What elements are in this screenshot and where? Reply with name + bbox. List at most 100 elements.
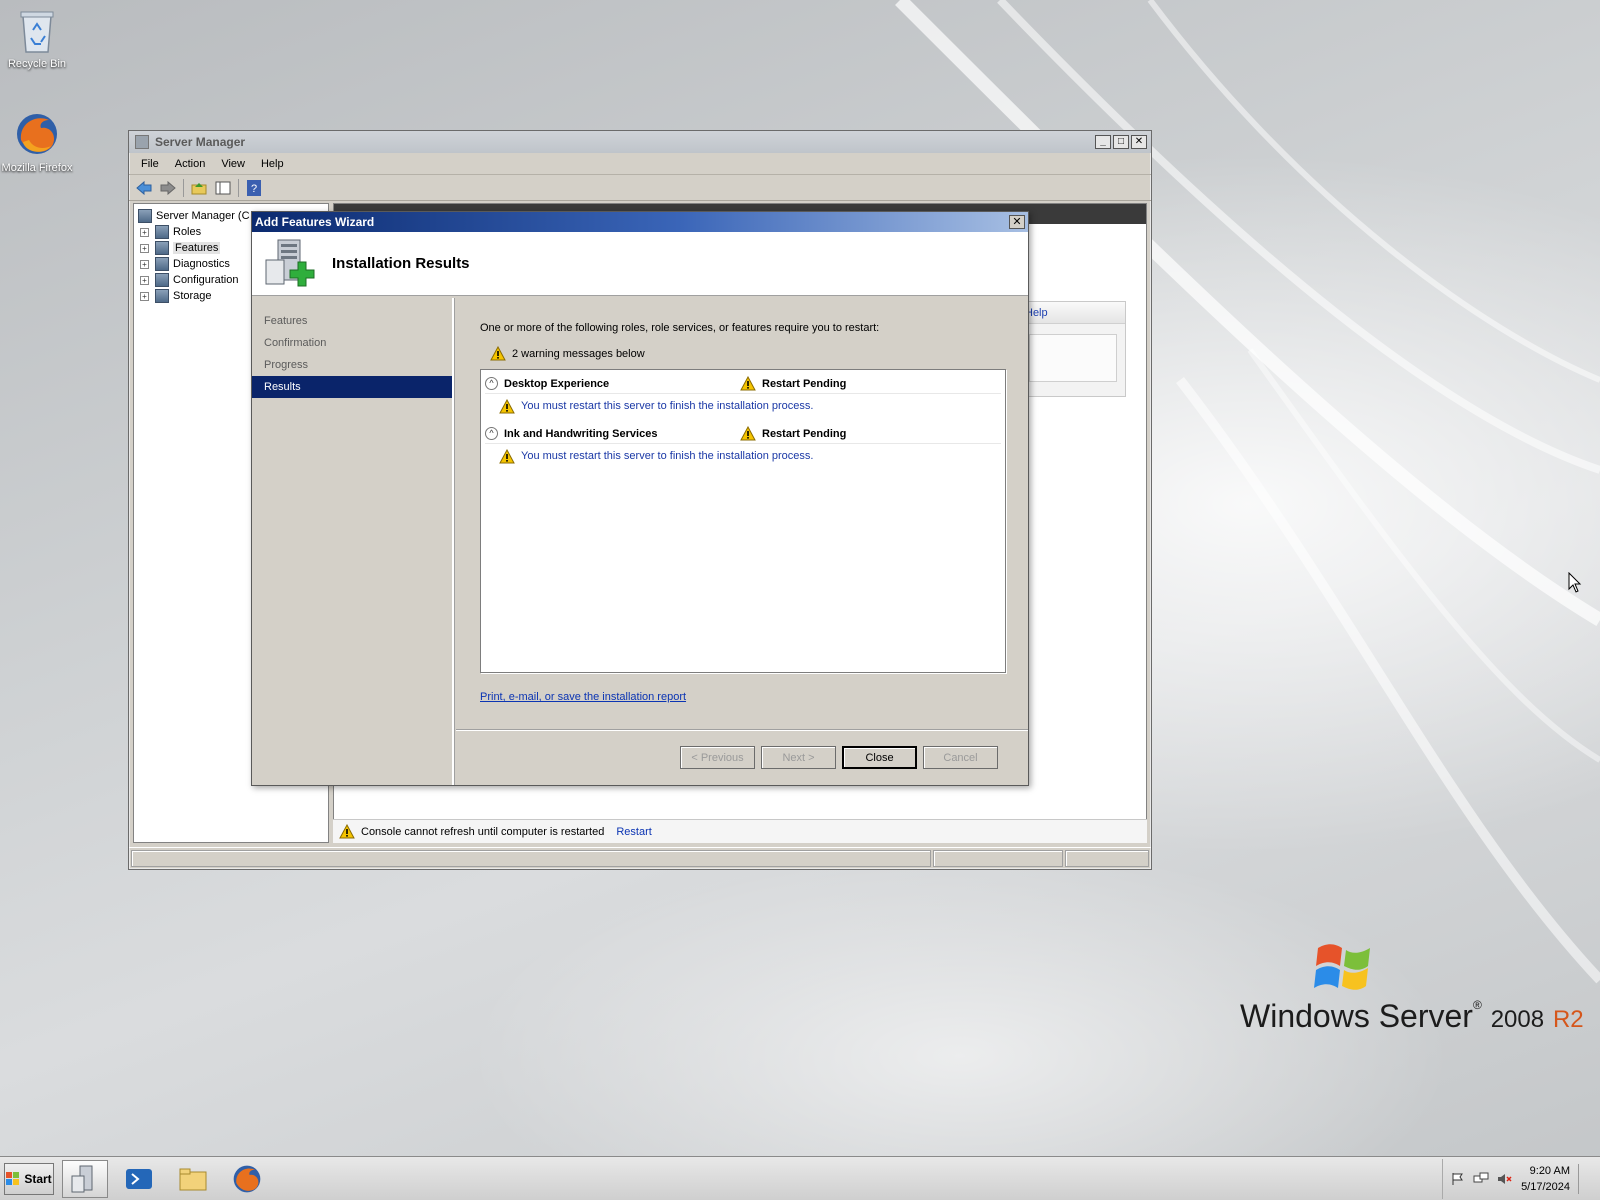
configuration-icon xyxy=(155,273,169,287)
taskbar-server-manager[interactable] xyxy=(62,1159,108,1198)
server-manager-icon xyxy=(135,135,149,149)
result-message-text: You must restart this server to finish t… xyxy=(521,400,814,412)
up-folder-icon[interactable] xyxy=(190,179,208,197)
forward-icon[interactable] xyxy=(159,179,177,197)
desktop-icon-label: Recycle Bin xyxy=(7,58,67,70)
wizard-header: Installation Results xyxy=(252,232,1028,296)
volume-muted-icon[interactable] xyxy=(1497,1172,1513,1186)
result-feature-name: Desktop Experience xyxy=(504,377,610,390)
wizard-titlebar[interactable]: Add Features Wizard ✕ xyxy=(252,212,1028,232)
firefox-icon xyxy=(17,114,57,154)
clock-time: 9:20 AM xyxy=(1529,1164,1570,1177)
next-button[interactable]: Next > xyxy=(761,746,836,769)
result-header-desktop-experience[interactable]: ^ Desktop Experience Restart Pending xyxy=(485,374,1001,394)
cancel-button[interactable]: Cancel xyxy=(923,746,998,769)
wizard-title: Add Features Wizard xyxy=(255,215,375,229)
start-button[interactable]: Start xyxy=(4,1162,54,1195)
expand-icon[interactable]: + xyxy=(140,243,149,253)
step-progress[interactable]: Progress xyxy=(252,354,452,376)
powershell-icon xyxy=(126,1168,152,1189)
desktop-icon-recycle-bin[interactable]: Recycle Bin xyxy=(0,8,77,70)
menu-file[interactable]: File xyxy=(135,156,165,172)
toolbar: ? xyxy=(129,175,1151,201)
menu-view[interactable]: View xyxy=(215,156,251,172)
add-features-wizard-dialog[interactable]: Add Features Wizard ✕ Installation Resul… xyxy=(251,211,1029,786)
warning-icon xyxy=(740,376,756,391)
warning-summary: 2 warning messages below xyxy=(490,346,1004,361)
windows-flag-icon xyxy=(6,1171,20,1185)
installation-report-link[interactable]: Print, e-mail, or save the installation … xyxy=(480,691,1004,703)
status-segment xyxy=(933,850,1063,867)
result-feature-name: Ink and Handwriting Services xyxy=(504,427,658,440)
show-hide-tree-icon[interactable] xyxy=(214,179,232,197)
result-header-ink-handwriting[interactable]: ^ Ink and Handwriting Services Restart P… xyxy=(485,424,1001,444)
show-desktop-button[interactable] xyxy=(1578,1163,1590,1194)
warning-count-text: 2 warning messages below xyxy=(512,347,645,360)
warning-icon xyxy=(339,824,355,839)
help-panel: Help xyxy=(1020,301,1126,397)
maximize-button[interactable]: □ xyxy=(1113,135,1129,149)
desktop-icon-label: Mozilla Firefox xyxy=(1,162,73,174)
firefox-icon xyxy=(233,1165,261,1192)
expand-icon[interactable]: + xyxy=(140,227,149,237)
clock[interactable]: 9:20 AM 5/17/2024 xyxy=(1521,1163,1570,1195)
taskbar: Start 9:20 AM 5/17/2024 xyxy=(0,1156,1600,1200)
result-message: You must restart this server to finish t… xyxy=(485,394,1001,418)
help-icon[interactable]: ? xyxy=(245,179,263,197)
clock-date: 5/17/2024 xyxy=(1521,1180,1570,1193)
close-button[interactable]: ✕ xyxy=(1131,135,1147,149)
step-results[interactable]: Results xyxy=(252,376,452,398)
status-message: Console cannot refresh until computer is… xyxy=(361,825,605,838)
wizard-page-title: Installation Results xyxy=(332,255,470,272)
storage-icon xyxy=(155,289,169,303)
wizard-button-bar: < Previous Next > Close Cancel xyxy=(456,729,1028,785)
toolbar-separator xyxy=(238,178,239,197)
help-link[interactable]: Help xyxy=(1021,302,1125,324)
warning-icon xyxy=(499,448,515,463)
result-message-text: You must restart this server to finish t… xyxy=(521,450,814,462)
status-segment xyxy=(1065,850,1149,867)
action-center-flag-icon[interactable] xyxy=(1451,1172,1465,1186)
expand-icon[interactable]: + xyxy=(140,291,149,301)
console-status-bar: Console cannot refresh until computer is… xyxy=(333,819,1147,843)
wizard-steps: Features Confirmation Progress Results xyxy=(252,298,454,785)
back-icon[interactable] xyxy=(135,179,153,197)
restart-link[interactable]: Restart xyxy=(616,826,651,838)
previous-button[interactable]: < Previous xyxy=(680,746,755,769)
desktop-icon-firefox[interactable]: Mozilla Firefox xyxy=(0,110,77,174)
installation-results-list[interactable]: ^ Desktop Experience Restart Pending You… xyxy=(480,369,1006,673)
windows-flag-icon xyxy=(1314,944,1370,990)
wizard-close-button[interactable]: ✕ xyxy=(1009,215,1025,229)
taskbar-powershell[interactable] xyxy=(116,1160,162,1198)
step-features[interactable]: Features xyxy=(252,310,452,332)
windows-wordmark: Windows Server® 2008 R2 xyxy=(1240,998,1584,1034)
recycle-bin-icon xyxy=(20,11,54,53)
collapse-icon[interactable]: ^ xyxy=(485,427,498,440)
result-status: Restart Pending xyxy=(740,426,846,441)
warning-icon xyxy=(490,346,506,361)
start-label: Start xyxy=(24,1171,52,1186)
tree-item-label: Diagnostics xyxy=(173,258,230,270)
menu-help[interactable]: Help xyxy=(255,156,290,172)
expand-icon[interactable]: + xyxy=(140,259,149,269)
tree-root-label: Server Manager (C xyxy=(156,210,250,222)
brand-edition: R2 xyxy=(1552,1006,1584,1033)
minimize-button[interactable]: _ xyxy=(1095,135,1111,149)
taskbar-firefox[interactable] xyxy=(224,1160,270,1198)
features-icon xyxy=(155,241,169,255)
step-confirmation[interactable]: Confirmation xyxy=(252,332,452,354)
tree-item-label: Features xyxy=(173,242,221,254)
warning-icon xyxy=(499,398,515,413)
close-button[interactable]: Close xyxy=(842,746,917,769)
wizard-content: One or more of the following roles, role… xyxy=(456,298,1028,730)
expand-icon[interactable]: + xyxy=(140,275,149,285)
windows-server-logo: Windows Server® 2008 R2 xyxy=(1240,938,1584,1038)
roles-icon xyxy=(155,225,169,239)
warning-icon xyxy=(740,426,756,441)
server-manager-icon xyxy=(138,209,152,223)
collapse-icon[interactable]: ^ xyxy=(485,377,498,390)
menu-action[interactable]: Action xyxy=(169,156,212,172)
taskbar-explorer[interactable] xyxy=(170,1160,216,1198)
server-manager-titlebar[interactable]: Server Manager _ □ ✕ xyxy=(129,131,1151,153)
network-icon[interactable] xyxy=(1473,1172,1489,1186)
